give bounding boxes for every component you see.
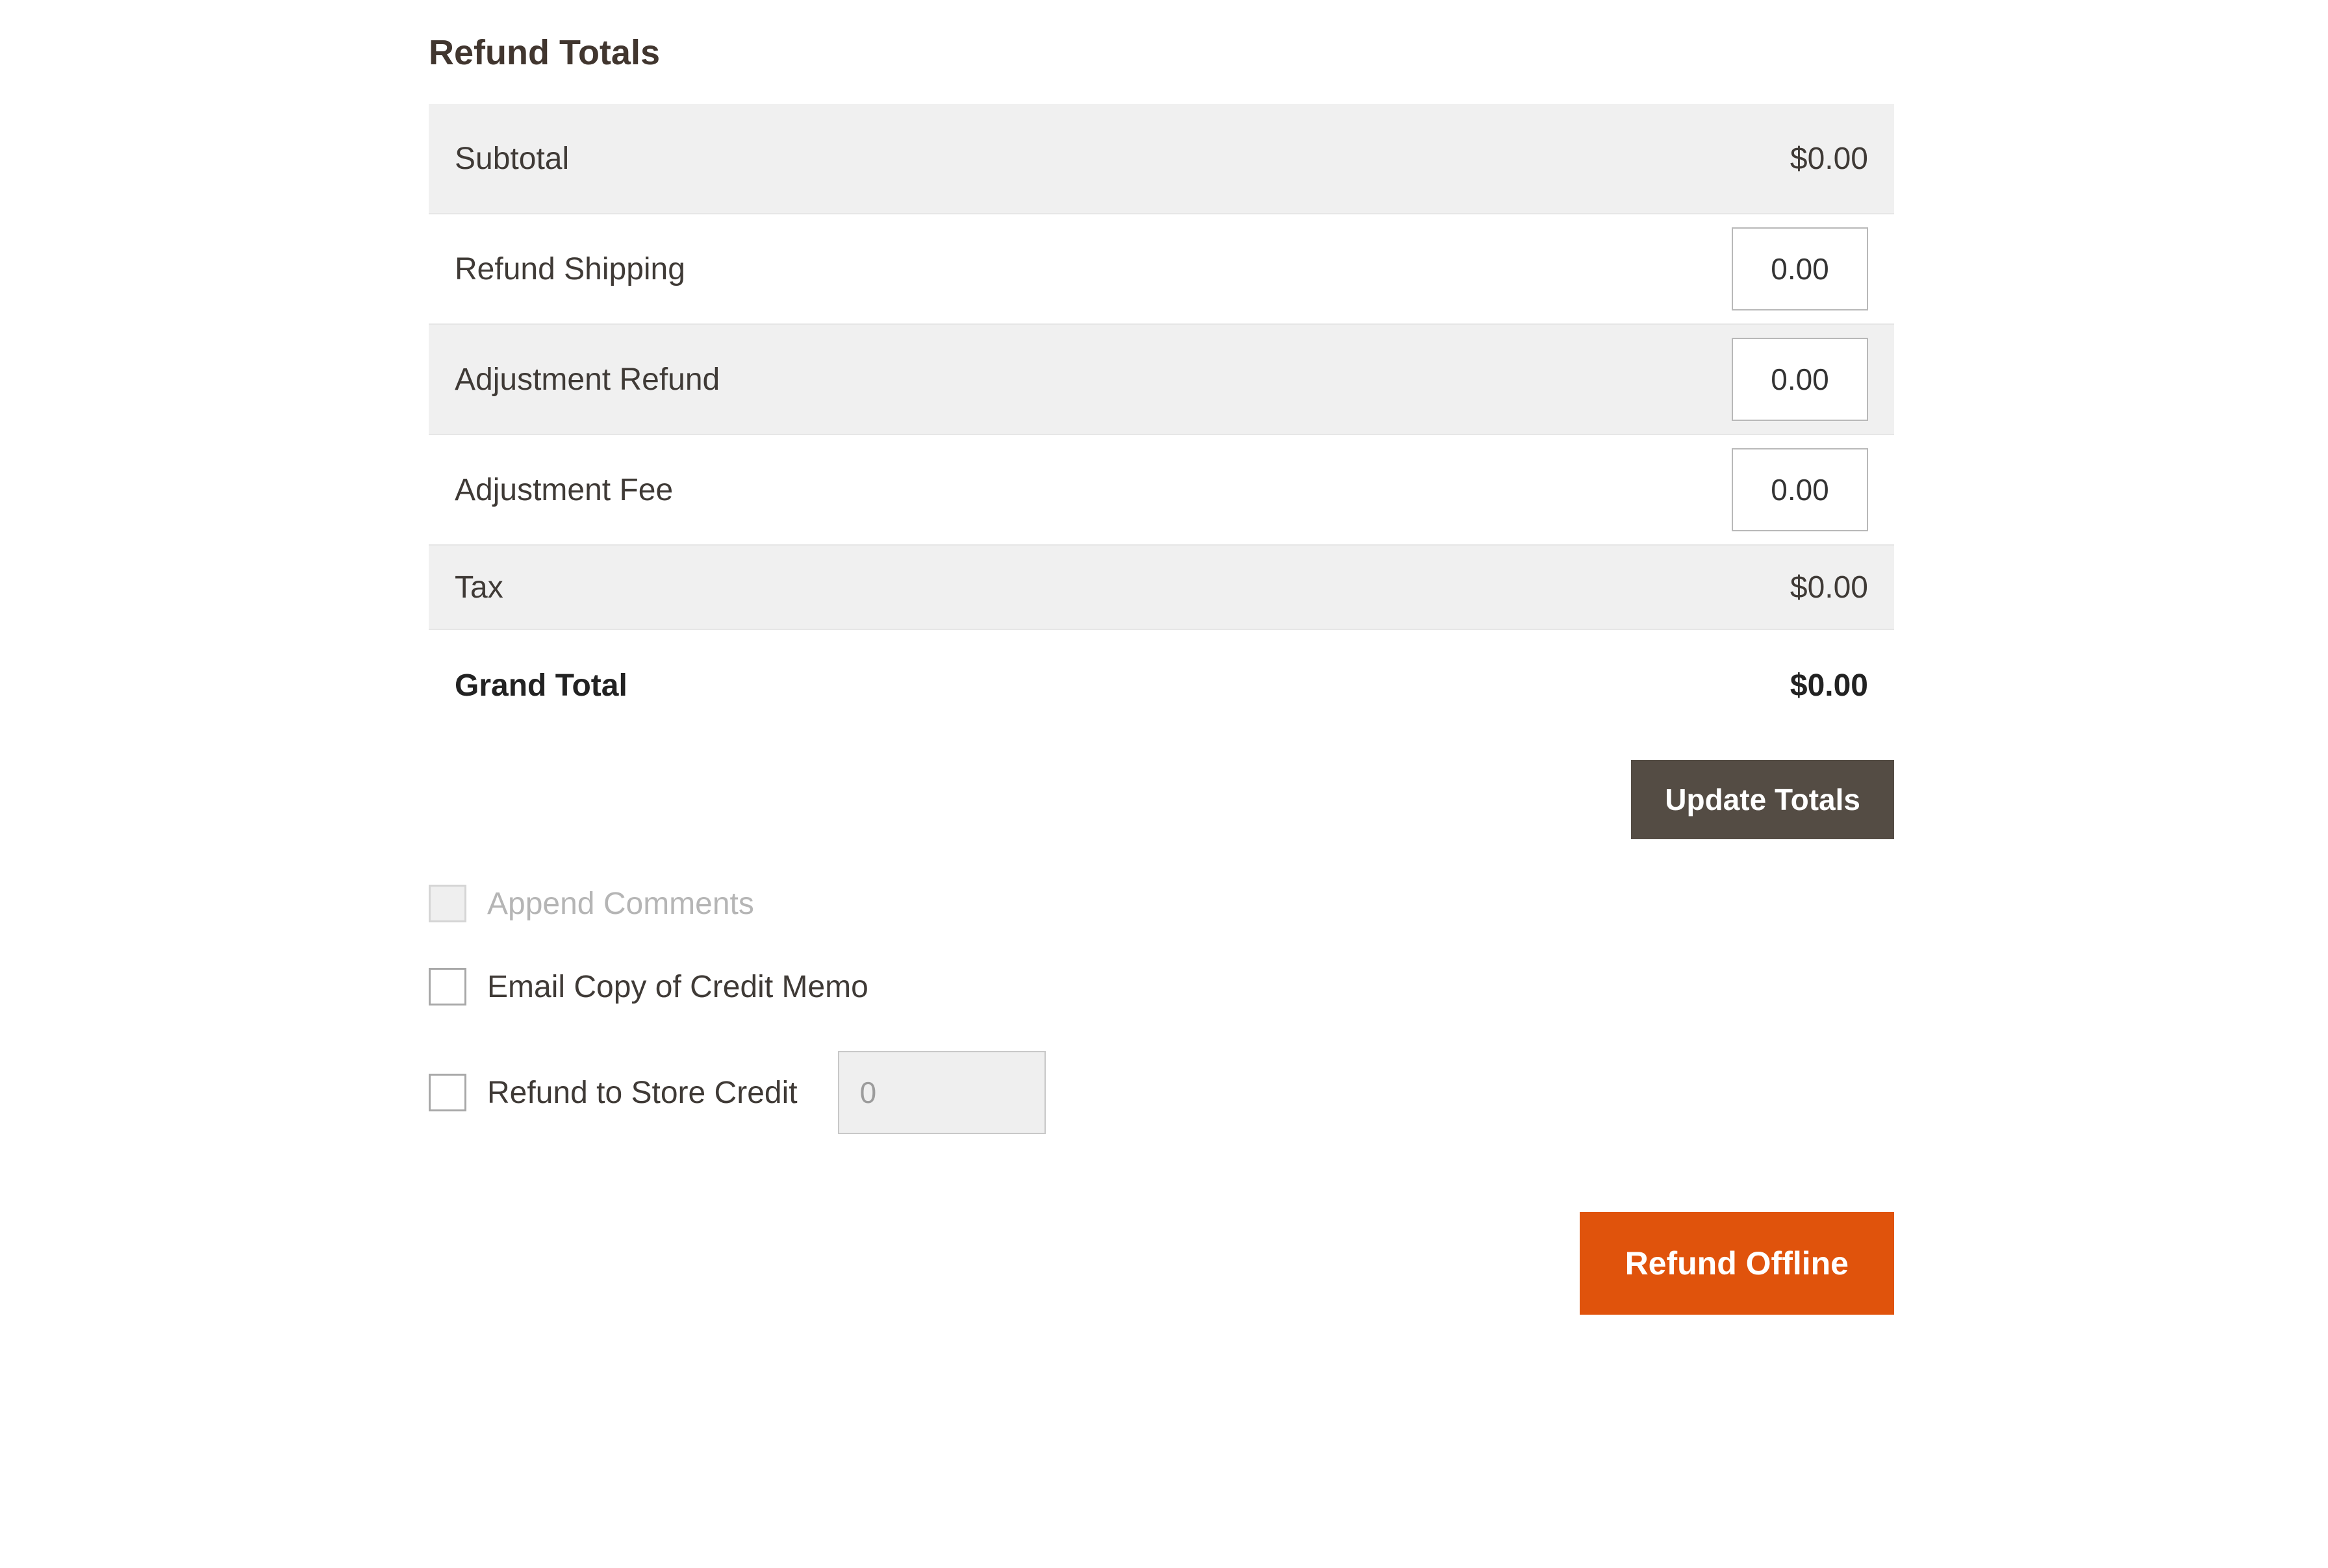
grand-total-label: Grand Total	[455, 668, 627, 703]
append-comments-option: Append Comments	[429, 885, 1894, 922]
refund-store-credit-checkbox[interactable]	[429, 1074, 466, 1111]
email-copy-label: Email Copy of Credit Memo	[487, 969, 868, 1005]
adjustment-fee-input[interactable]	[1732, 448, 1868, 531]
subtotal-value: $0.00	[1790, 141, 1868, 177]
grand-total-row: Grand Total $0.00	[429, 630, 1894, 740]
email-copy-option[interactable]: Email Copy of Credit Memo	[429, 968, 1894, 1005]
refund-shipping-input[interactable]	[1732, 227, 1868, 310]
refund-totals-panel: Refund Totals Subtotal $0.00 Refund Ship…	[429, 32, 1894, 1315]
adjustment-fee-label: Adjustment Fee	[455, 472, 673, 508]
refund-options: Append Comments Email Copy of Credit Mem…	[429, 885, 1894, 1134]
subtotal-label: Subtotal	[455, 141, 569, 177]
adjustment-refund-label: Adjustment Refund	[455, 362, 720, 398]
append-comments-label: Append Comments	[487, 886, 754, 922]
adjustment-refund-input[interactable]	[1732, 338, 1868, 421]
grand-total-value: $0.00	[1790, 668, 1868, 703]
adjustment-refund-row: Adjustment Refund	[429, 325, 1894, 435]
append-comments-checkbox	[429, 885, 466, 922]
refund-store-credit-input	[838, 1051, 1046, 1134]
refund-shipping-label: Refund Shipping	[455, 251, 685, 287]
panel-heading: Refund Totals	[429, 32, 1894, 73]
tax-label: Tax	[455, 570, 503, 605]
adjustment-fee-row: Adjustment Fee	[429, 435, 1894, 546]
refund-store-credit-label: Refund to Store Credit	[487, 1075, 798, 1111]
update-totals-button[interactable]: Update Totals	[1631, 760, 1894, 839]
refund-offline-button[interactable]: Refund Offline	[1580, 1212, 1894, 1315]
refund-store-credit-option[interactable]: Refund to Store Credit	[429, 1051, 1894, 1134]
refund-shipping-row: Refund Shipping	[429, 214, 1894, 325]
tax-row: Tax $0.00	[429, 546, 1894, 630]
subtotal-row: Subtotal $0.00	[429, 104, 1894, 214]
email-copy-checkbox[interactable]	[429, 968, 466, 1005]
tax-value: $0.00	[1790, 570, 1868, 605]
